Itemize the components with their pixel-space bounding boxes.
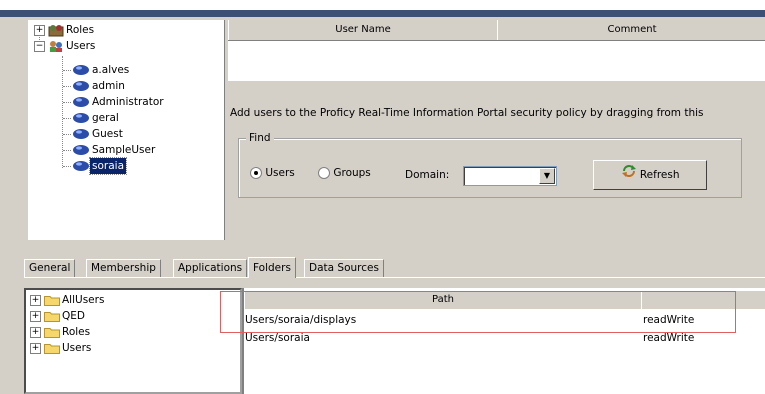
tree-item-user[interactable]: Administrator xyxy=(72,94,166,110)
tree-item-user[interactable]: geral xyxy=(72,110,121,126)
tree-line xyxy=(63,102,71,103)
tree-label: Roles xyxy=(66,24,95,36)
radio-groups-label: Groups xyxy=(333,167,371,179)
tree-label: SampleUser xyxy=(92,144,156,156)
user-icon xyxy=(72,112,90,124)
collapse-icon[interactable]: − xyxy=(34,41,45,52)
user-icon xyxy=(72,144,90,156)
tree-label: geral xyxy=(92,112,119,124)
column-header-user-name[interactable]: User Name xyxy=(228,20,498,40)
users-group-icon xyxy=(48,40,64,53)
tab-divider xyxy=(24,277,765,278)
expand-icon[interactable]: + xyxy=(30,311,41,322)
tree-line xyxy=(63,70,71,71)
folder-icon xyxy=(44,295,60,306)
tree-label: admin xyxy=(92,80,125,92)
domain-label: Domain: xyxy=(405,169,450,181)
path-row-2-path[interactable]: Users/soraia xyxy=(245,331,310,345)
users-grid-body[interactable] xyxy=(228,41,765,81)
users-grid-header: User Name Comment xyxy=(228,20,765,41)
user-icon xyxy=(72,80,90,92)
tab-data-sources[interactable]: Data Sources xyxy=(304,259,384,278)
tree-item-user[interactable]: admin xyxy=(72,78,127,94)
tree-line xyxy=(63,86,71,87)
user-tree[interactable]: + Roles − Users a.alves admin Administra… xyxy=(28,20,225,240)
tree-item-user-selected[interactable]: soraia xyxy=(72,157,127,175)
tree-item-user[interactable]: SampleUser xyxy=(72,142,157,158)
radio-users-control[interactable] xyxy=(250,167,262,179)
tab-applications[interactable]: Applications xyxy=(173,259,248,278)
find-legend: Find xyxy=(246,132,274,144)
user-icon xyxy=(72,64,90,76)
domain-select[interactable]: ▼ xyxy=(463,166,557,186)
radio-groups-control[interactable] xyxy=(318,167,330,179)
chevron-down-icon[interactable]: ▼ xyxy=(539,168,555,184)
folder-icon xyxy=(44,327,60,338)
tree-line xyxy=(63,166,71,167)
tree-label: Guest xyxy=(92,128,123,140)
instruction-text: Add users to the Proficy Real-Time Infor… xyxy=(230,107,704,119)
tree-line xyxy=(63,150,71,151)
expand-icon[interactable]: + xyxy=(30,327,41,338)
user-icon xyxy=(72,160,90,172)
tree-line xyxy=(62,56,63,168)
radio-users-label: Users xyxy=(265,167,295,179)
refresh-button[interactable]: Refresh xyxy=(593,160,707,190)
tree-label: Users xyxy=(66,40,96,52)
tab-general[interactable]: General xyxy=(24,259,76,278)
tree-label: Roles xyxy=(62,326,91,338)
tree-line xyxy=(63,134,71,135)
folder-tree[interactable]: + AllUsers + QED + Roles + Users xyxy=(24,288,242,394)
expand-icon[interactable]: + xyxy=(34,25,45,36)
expand-icon[interactable]: + xyxy=(30,343,41,354)
tree-label: QED xyxy=(62,310,85,322)
tree-label: a.alves xyxy=(92,64,130,76)
tree-label: soraia xyxy=(89,157,127,175)
expand-icon[interactable]: + xyxy=(30,295,41,306)
tree-item-user[interactable]: a.alves xyxy=(72,62,131,78)
tree-item-user[interactable]: Guest xyxy=(72,126,125,142)
folder-icon xyxy=(44,343,60,354)
tree-line xyxy=(63,118,71,119)
tab-membership[interactable]: Membership xyxy=(86,259,161,278)
path-row-2-access[interactable]: readWrite xyxy=(643,331,694,345)
user-icon xyxy=(72,128,90,140)
tree-label: Users xyxy=(62,342,92,354)
column-header-comment[interactable]: Comment xyxy=(497,20,765,40)
tree-label: Administrator xyxy=(92,96,164,108)
window-title-bar xyxy=(0,10,765,17)
roles-icon xyxy=(48,24,64,37)
refresh-icon xyxy=(621,161,637,189)
highlight-annotation-box xyxy=(220,291,736,333)
radio-groups[interactable]: Groups xyxy=(318,167,371,179)
tree-label: AllUsers xyxy=(62,294,105,306)
refresh-label: Refresh xyxy=(639,169,680,181)
user-icon xyxy=(72,96,90,108)
radio-users[interactable]: Users xyxy=(250,167,295,179)
folder-icon xyxy=(44,311,60,322)
tab-folders[interactable]: Folders xyxy=(248,257,296,278)
